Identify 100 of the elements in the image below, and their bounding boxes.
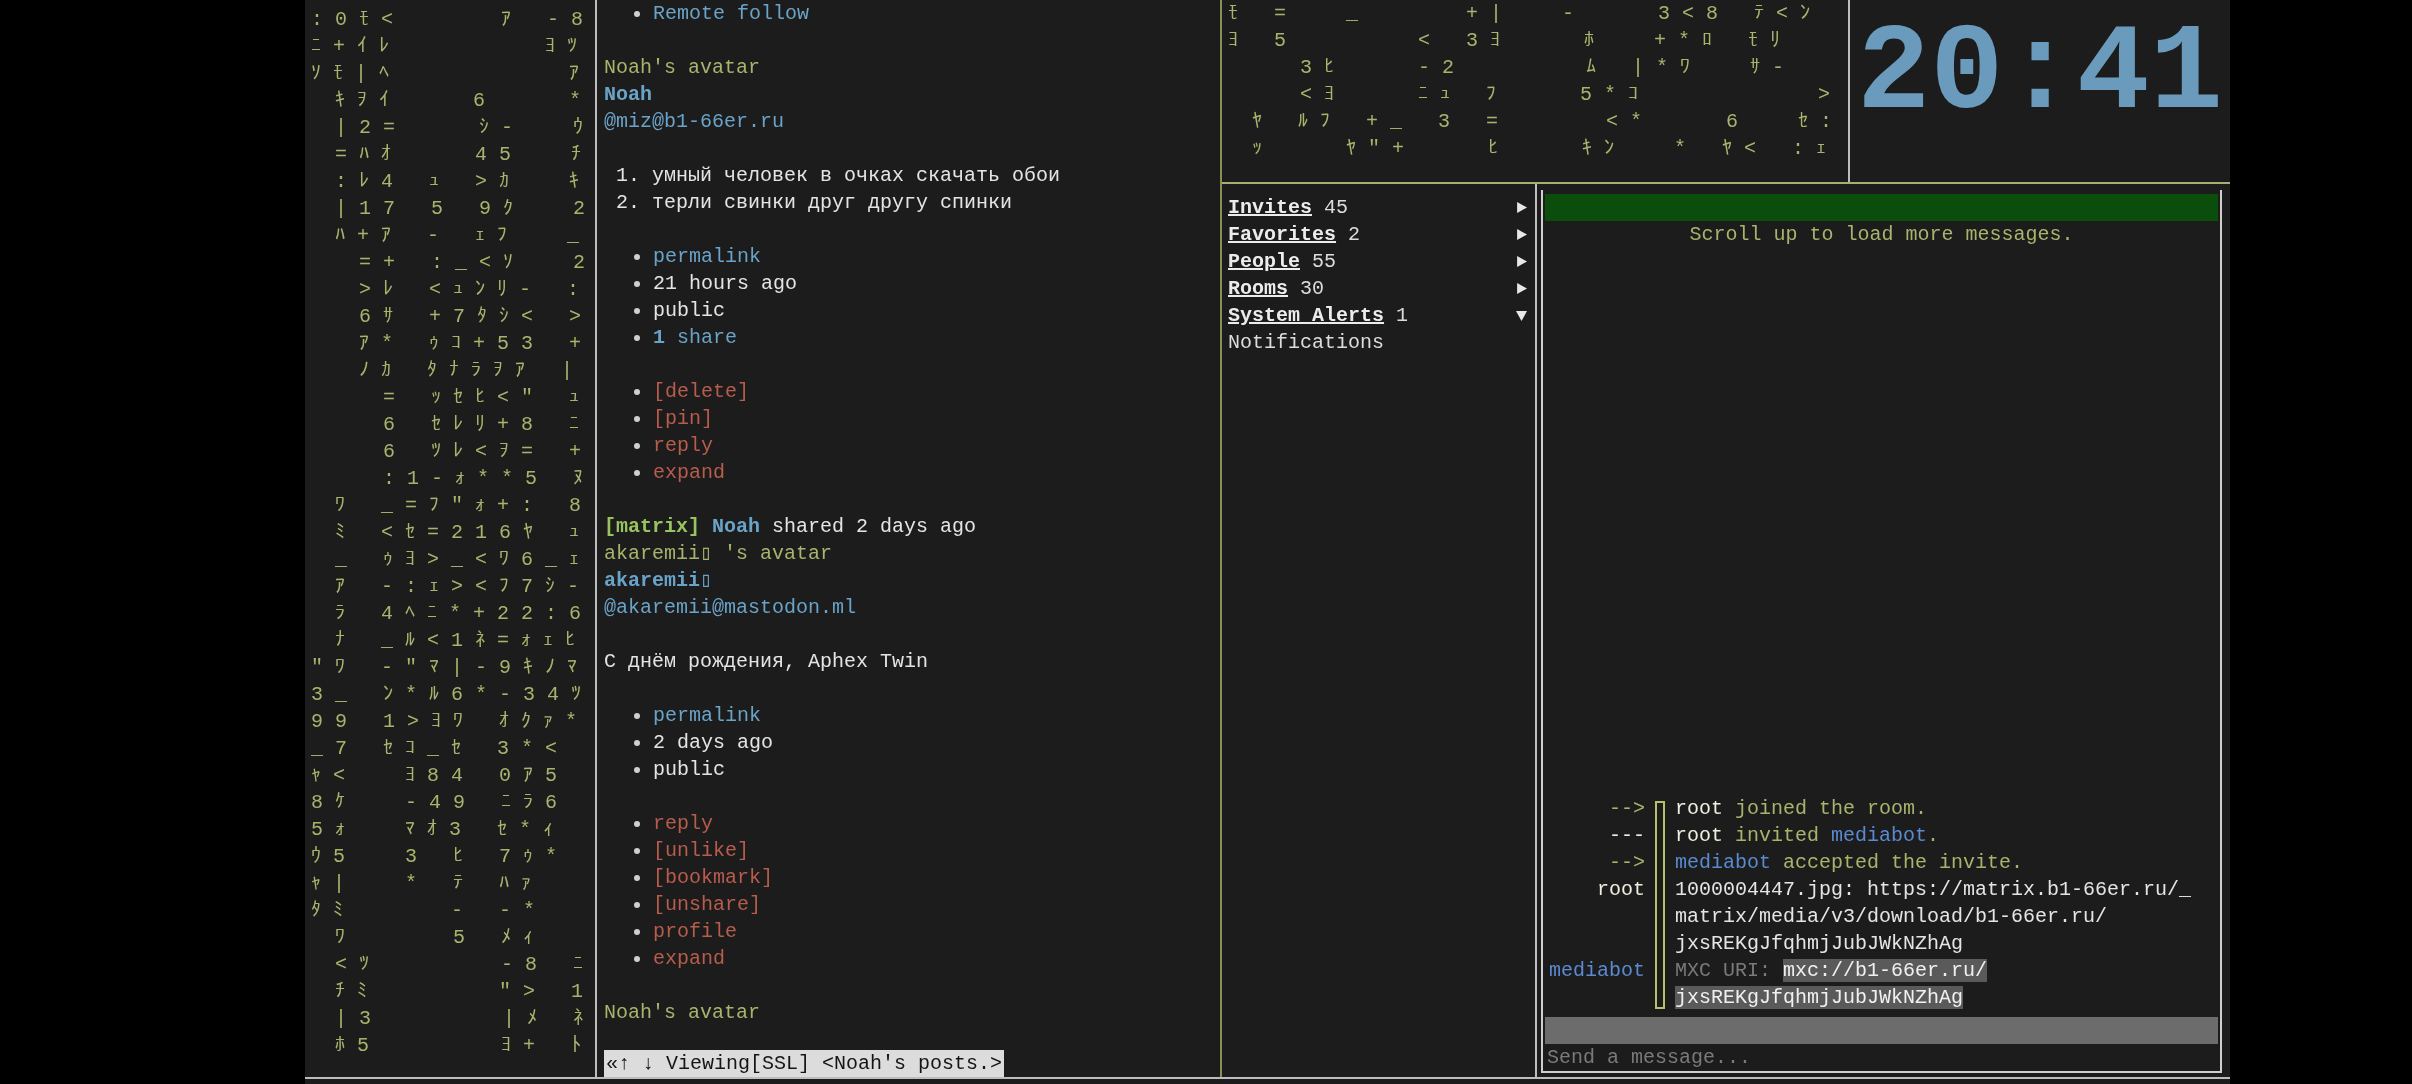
post-link[interactable]: permalink: [653, 702, 762, 729]
author-handle[interactable]: @miz@b1-66er.ru: [604, 108, 785, 135]
item-count: 30: [1300, 276, 1325, 302]
message-text: root joined the room.: [1675, 796, 1928, 822]
matrix-rain-line: > ﾚ < ｭ ﾝ ﾘ - :: [358, 277, 581, 303]
post-link[interactable]: reply: [653, 432, 713, 459]
sidebar-item[interactable]: Notifications: [1228, 329, 1385, 356]
triangle-right-icon[interactable]: [1516, 283, 1527, 294]
post-link[interactable]: permalink: [653, 243, 762, 270]
load-more-notice[interactable]: Scroll up to load more messages.: [1689, 221, 2074, 248]
matrix-rain-line: ﾊ + ｱ - ｪ ﾌ _: [334, 223, 581, 249]
bullet-icon: [634, 928, 640, 935]
bullet-icon: [634, 955, 640, 962]
message-text: 1000004447.jpg: https://matrix.b1-66er.ru/_: [1675, 877, 2192, 903]
clock-time: 20:41: [1856, 4, 2224, 146]
post-text: умный человек в очках скачать обои: [652, 163, 1061, 189]
matrix-rain-line: _ 7 ｾ ｺ _ ｾ 3 * <: [311, 736, 559, 762]
bullet-icon: [634, 901, 640, 908]
bullet-icon: [634, 874, 640, 881]
matrix-rain-line: 6 ｻ + 7 ﾀ ｼ < >: [358, 304, 583, 330]
bullet-icon: [634, 388, 640, 395]
author-name[interactable]: Noah: [712, 513, 761, 540]
sidebar-item[interactable]: System Alerts: [1228, 302, 1385, 329]
item-count: 2: [1348, 222, 1361, 248]
message-sender: root: [1597, 877, 1645, 903]
bullet-icon: [634, 469, 640, 476]
avatar-alt-text: Noah's avatar: [604, 1000, 761, 1026]
matrix-rain-line: ｳ 5 3 ﾋ 7 ｩ *: [311, 844, 559, 870]
post-link[interactable]: Remote follow: [653, 0, 810, 27]
triangle-down-icon[interactable]: [1516, 310, 1527, 321]
author-name[interactable]: Noah: [604, 81, 652, 108]
post-link[interactable]: reply: [653, 810, 713, 837]
matrix-rain-line: ﾖ 5 < 3 ﾖ ﾎ + * ﾛ ﾓ ﾘ: [1228, 28, 1782, 54]
author-name[interactable]: akaremii▯: [604, 567, 713, 594]
post-info: public: [653, 757, 725, 783]
post-link[interactable]: [delete]: [653, 378, 749, 405]
matrix-rain-line: : ﾚ 4 ｭ > ｶ ｷ: [334, 169, 581, 195]
matrix-rain-line: ﾜ 5 ﾒ ｨ: [334, 925, 535, 951]
sidebar-item[interactable]: Rooms: [1228, 275, 1288, 302]
bullet-icon: [634, 280, 640, 287]
triangle-right-icon[interactable]: [1516, 229, 1527, 240]
item-count: 55: [1312, 249, 1337, 275]
matrix-rain-line: < ﾂ - 8 ﾆ: [334, 952, 585, 978]
post-link[interactable]: [pin]: [653, 405, 713, 432]
message-input[interactable]: Send a message...: [1545, 1044, 2218, 1071]
bullet-icon: [634, 307, 640, 314]
list-number: 2.: [616, 190, 640, 216]
post-link[interactable]: expand: [653, 459, 725, 486]
matrix-rain-line: 9 9 1 > ﾖ ﾜ ｵ ｸ ｧ *: [311, 709, 579, 735]
avatar-alt-text: Noah's avatar: [604, 55, 761, 81]
item-count: 1: [1396, 303, 1409, 329]
matrix-rain-line: ｿ ﾓ | ﾍ ｱ: [311, 61, 581, 87]
share-info: shared 2 days ago: [772, 514, 977, 540]
matrix-rain-line: | 1 7 5 9 ｸ 2: [334, 196, 587, 222]
matrix-rain-line: ｷ ｦ ｲ 6 *: [334, 88, 583, 114]
triangle-right-icon[interactable]: [1516, 202, 1527, 213]
bullet-icon: [634, 253, 640, 260]
sidebar-item[interactable]: Favorites: [1228, 221, 1337, 248]
matrix-rain-line: " ﾜ - " ﾏ | - 9 ｷ ﾉ ﾏ: [311, 655, 579, 681]
bullet-icon: [634, 820, 640, 827]
matrix-rain-line: = ｯ ｾ ﾋ < " ｭ: [382, 385, 581, 411]
matrix-rain-line: ｱ * ｩ ｺ + 5 3 +: [358, 331, 583, 357]
post-link[interactable]: expand: [653, 945, 725, 972]
bullet-icon: [634, 10, 640, 17]
list-number: 1.: [616, 163, 640, 189]
post-text: С днём рождения, Aphex Twin: [604, 649, 929, 675]
matrix-rain-line: ｱ - : ｪ > < ﾌ 7 ｼ -: [334, 574, 581, 600]
matrix-rain-line: 3 _ ﾝ * ﾙ 6 * - 3 4 ﾂ: [311, 682, 583, 708]
bullet-icon: [634, 415, 640, 422]
matrix-rain-line: ﾜ _ = ﾌ " ｫ + : 8: [334, 493, 583, 519]
matrix-rain-line: 6 ｾ ﾚ ﾘ + 8 ﾆ: [382, 412, 581, 438]
matrix-rain-line: = ﾊ ｵ 4 5 ﾁ: [334, 142, 583, 168]
matrix-rain-line: = + : _ < ｿ 2: [358, 250, 587, 276]
triangle-right-icon[interactable]: [1516, 256, 1527, 267]
matrix-rain-line: ｬ | * ﾃ ﾊ ｧ: [311, 871, 533, 897]
matrix-rain-line: ﾎ 5 ﾖ + ﾄ: [334, 1033, 583, 1059]
avatar-alt-text: akaremii▯ 's avatar: [604, 541, 833, 567]
post-info: 2 days ago: [653, 730, 774, 756]
sidebar-item[interactable]: People: [1228, 248, 1300, 275]
matrix-rain-line: 5 ｫ ﾏ ｵ 3 ｾ * ｨ: [311, 817, 555, 843]
post-link[interactable]: 1 share: [653, 324, 738, 351]
message-text: root invited mediabot.: [1675, 823, 1940, 849]
bullet-icon: [634, 739, 640, 746]
message-sender: -->: [1609, 850, 1645, 876]
matrix-rain-line: ﾐ < ｾ = 2 1 6 ﾔ ｭ: [334, 520, 581, 546]
matrix-rain-line: ｯ ﾔ " + ﾋ ｷ ﾝ * ﾔ < : ｪ: [1251, 136, 1828, 162]
matrix-rain-line: ﾆ + ｲ ﾚ ﾖ ﾂ: [311, 34, 579, 60]
matrix-rain-line: ﾔ ﾙ ﾌ + _ 3 = < * 6 ｾ :: [1251, 109, 1834, 135]
matrix-rain-line: ﾀ ﾐ - - *: [311, 898, 537, 924]
post-link[interactable]: [bookmark]: [653, 864, 774, 891]
matrix-rain-line: ﾉ ｶ ﾀ ﾅ ﾗ ｦ ｱ |: [358, 358, 575, 384]
sidebar-item[interactable]: Invites: [1228, 194, 1312, 221]
post-link[interactable]: [unshare]: [653, 891, 762, 918]
post-link[interactable]: profile: [653, 918, 737, 945]
matrix-rain-line: : 0 ﾓ < ｱ - 8: [311, 7, 585, 33]
message-sender: mediabot: [1549, 958, 1645, 984]
matrix-rain-line: 6 ﾂ ﾚ < ｦ = +: [382, 439, 583, 465]
bullet-icon: [634, 766, 640, 773]
post-link[interactable]: [unlike]: [653, 837, 749, 864]
author-handle[interactable]: @akaremii@mastodon.ml: [604, 594, 857, 621]
